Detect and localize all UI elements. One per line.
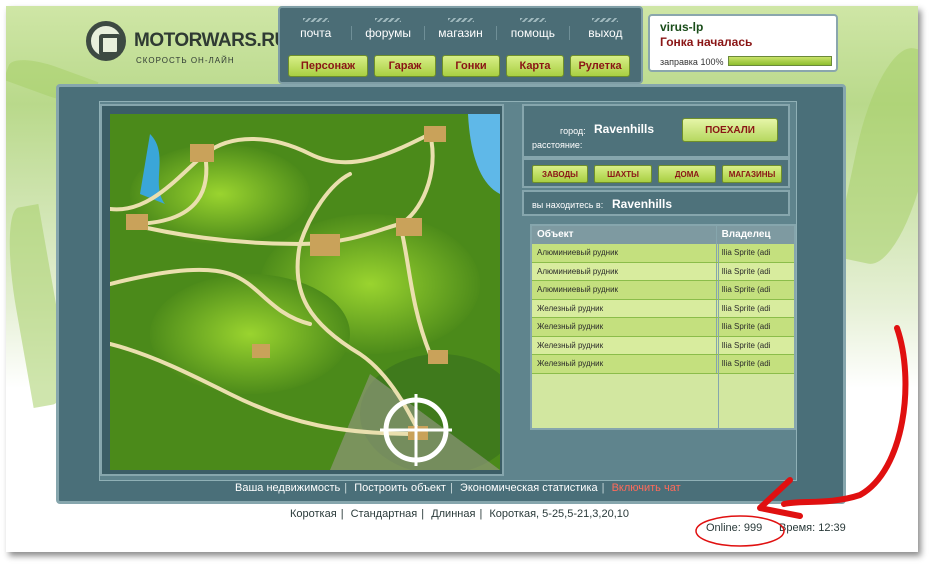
table-row[interactable]: Алюминиевый рудник Ilia Sprite (adi [532,262,794,281]
race-status: Гонка началась [660,35,753,49]
mode-long[interactable]: Длинная [431,508,475,520]
building-marker [252,344,270,358]
category-bar: ЗАВОДЫ ШАХТЫ ДОМА МАГАЗИНЫ [522,158,790,188]
location-label: вы находитесь в: [532,200,604,210]
owner-cell[interactable]: Ilia Sprite (adi [717,355,794,373]
nav-link-help[interactable]: помощь [497,18,570,40]
table-row[interactable]: Железный рудник Ilia Sprite (adi [532,355,794,374]
character-button[interactable]: Персонаж [288,55,368,77]
owner-cell[interactable]: Ilia Sprite (adi [717,281,794,299]
building-marker [396,218,422,236]
map-button[interactable]: Карта [506,55,564,77]
table-header: Объект Владелец [532,226,794,244]
object-cell: Алюминиевый рудник [532,244,717,262]
owner-cell[interactable]: Ilia Sprite (adi [717,337,794,355]
column-header-owner: Владелец [721,229,771,240]
logo-name: MOTORWARS.RU [134,30,288,51]
map-graphic [110,114,500,470]
object-cell: Железный рудник [532,355,717,373]
owner-cell[interactable]: Ilia Sprite (adi [717,300,794,318]
factories-button[interactable]: ЗАВОДЫ [532,165,588,183]
table-row[interactable]: Алюминиевый рудник Ilia Sprite (adi [532,281,794,300]
column-divider [718,244,719,428]
go-button[interactable]: ПОЕХАЛИ [682,118,778,142]
owner-cell[interactable]: Ilia Sprite (adi [717,263,794,281]
location-value: Ravenhills [612,197,673,211]
nav-link-forums[interactable]: форумы [352,18,425,40]
logo-subtitle: СКОРОСТЬ ОН-ЛАЙН [136,56,235,65]
link-economic-stats[interactable]: Экономическая статистика [460,482,598,494]
building-marker [428,350,448,364]
link-enable-chat[interactable]: Включить чат [612,482,681,494]
object-cell: Алюминиевый рудник [532,281,717,299]
races-button[interactable]: Гонки [442,55,500,77]
object-cell: Железный рудник [532,318,717,336]
table-row[interactable]: Железный рудник Ilia Sprite (adi [532,318,794,337]
location-box: вы находитесь в: Ravenhills [522,190,790,216]
object-cell: Железный рудник [532,299,717,317]
nav-link-mail[interactable]: почта [280,18,353,40]
object-cell: Алюминиевый рудник [532,262,717,280]
objects-table: Объект Владелец Алюминиевый рудник Ilia S… [530,224,796,430]
mode-short-details[interactable]: Короткая, 5-25,5-21,3,20,10 [489,508,629,520]
mode-standard[interactable]: Стандартная [351,508,418,520]
building-marker [190,144,214,162]
table-row[interactable]: Алюминиевый рудник Ilia Sprite (adi [532,244,794,263]
building-marker [310,234,340,256]
garage-button[interactable]: Гараж [374,55,436,77]
mines-button[interactable]: ШАХТЫ [594,165,652,183]
footer-links: Ваша недвижимость | Построить объект | Эко… [235,482,681,494]
online-count: Online: 999 [706,522,763,534]
server-time: Время: 12:39 [779,522,846,534]
owner-cell[interactable]: Ilia Sprite (adi [717,318,794,336]
city-info-box: город: Ravenhills расстояние: ПОЕХАЛИ [522,104,790,158]
map-frame [100,104,504,476]
distance-label: расстояние: [532,140,583,150]
city-name: Ravenhills [594,122,655,136]
main-navigation: почта форумы магазин помощь выход Персон… [278,6,643,84]
nav-link-exit[interactable]: выход [570,18,641,40]
fuel-label: заправка 100% [660,57,724,67]
site-logo[interactable]: MOTORWARS.RU СКОРОСТЬ ОН-ЛАЙН [86,20,288,65]
houses-button[interactable]: ДОМА [658,165,716,183]
column-header-object: Объект [532,226,717,244]
owner-cell[interactable]: Ilia Sprite (adi [717,244,794,262]
link-my-property[interactable]: Ваша недвижимость [235,482,340,494]
user-status-box: virus-lp Гонка началась заправка 100% [648,14,838,72]
shops-button[interactable]: МАГАЗИНЫ [722,165,782,183]
city-map[interactable] [110,114,500,470]
decor-leaf [833,41,918,271]
building-marker [424,126,446,142]
mode-short[interactable]: Короткая [290,508,337,520]
building-marker [126,214,148,230]
fuel-bar-fill [729,57,831,65]
logo-icon [86,21,126,61]
city-label: город: [560,126,586,136]
table-body: Алюминиевый рудник Ilia Sprite (adi Алюмин… [532,244,794,374]
nav-link-shop[interactable]: магазин [425,18,498,40]
race-mode-links: Короткая | Стандартная | Длинная | Короткая… [290,508,630,520]
table-row[interactable]: Железный рудник Ilia Sprite (adi [532,299,794,318]
building-marker [408,426,428,440]
object-cell: Железный рудник [532,336,717,354]
table-row[interactable]: Железный рудник Ilia Sprite (adi [532,336,794,355]
username[interactable]: virus-lp [660,20,703,34]
roulette-button[interactable]: Рулетка [570,55,630,77]
fuel-bar [728,56,832,66]
link-build-object[interactable]: Построить объект [354,482,446,494]
